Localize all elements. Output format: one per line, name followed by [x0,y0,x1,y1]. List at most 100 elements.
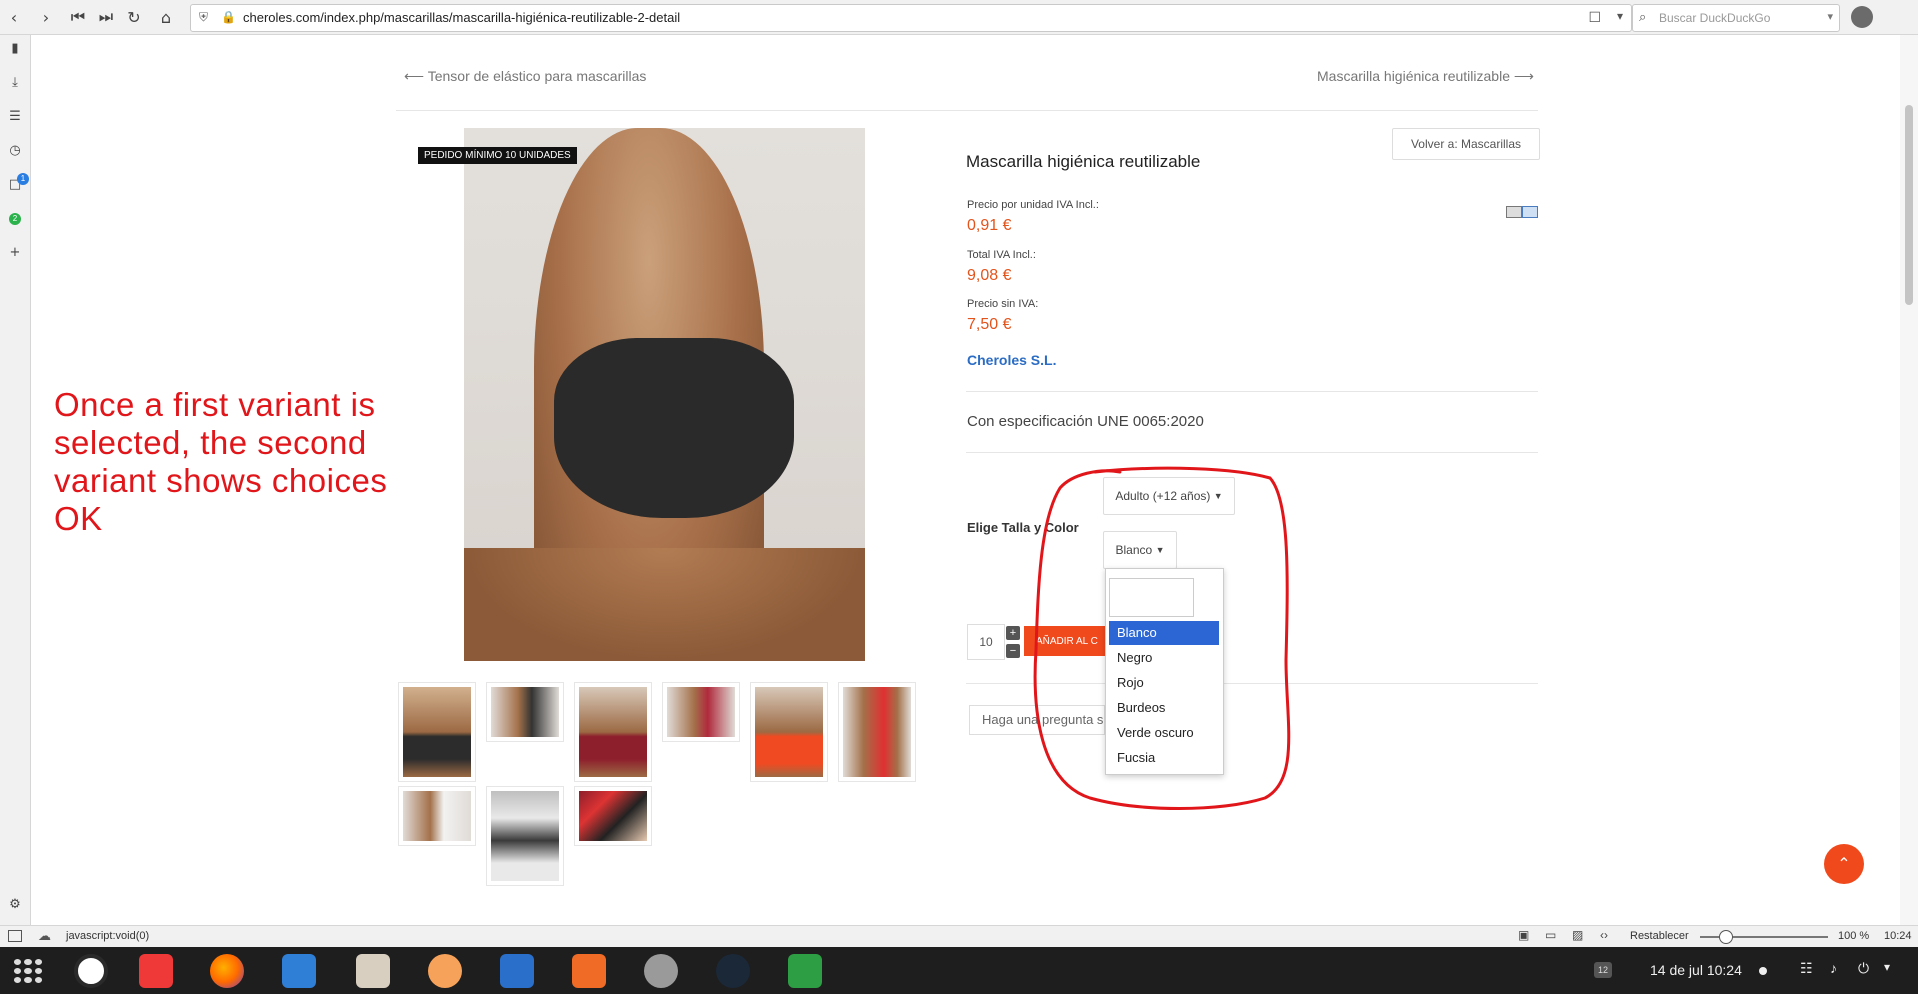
net-price: 7,50 € [967,316,1012,333]
thumbnail-1[interactable] [398,682,476,782]
reload-icon[interactable]: ↻ [122,5,146,29]
status-clock: 10:24 [1884,930,1912,942]
url-text: cheroles.com/index.php/mascarillas/masca… [243,10,681,25]
arrow-right-icon: ⟶ [1513,68,1534,84]
next-product-link[interactable]: Mascarilla higiénica reutilizable ⟶ [1317,68,1534,86]
arrow-left-icon: ⟵ [404,68,425,84]
screenshot-icon[interactable]: ▣ [1518,928,1529,942]
product-main-image[interactable] [464,128,865,661]
volume-icon[interactable]: ♪ [1830,960,1837,976]
next-product-label: Mascarilla higiénica reutilizable [1317,68,1510,84]
code-icon[interactable]: ‹› [1600,928,1608,942]
annotation-text: Once a first variant is selected, the se… [54,386,388,537]
zoom-level: 100 % [1838,930,1870,942]
profile-avatar-icon[interactable] [1851,6,1873,28]
divider [966,452,1538,453]
minimum-order-badge: PEDIDO MÍNIMO 10 UNIDADES [418,147,577,164]
power-icon[interactable]: ⏻ [1858,960,1869,977]
browser-toolbar: ‹ › ⏮ ⏭ ↻ ⌂ ⛨ 🔒 cheroles.com/index.php/m… [0,0,1918,35]
datetime[interactable]: 14 de jul 10:24 [1650,962,1742,978]
settings-icon[interactable]: ⚙ [7,897,23,913]
prev-product-label: Tensor de elástico para mascarillas [427,68,647,84]
zoom-slider-handle[interactable] [1719,930,1733,944]
firefox-icon[interactable] [210,954,244,988]
scrollbar-thumb[interactable] [1905,105,1913,305]
tiling-icon[interactable]: ▭ [1545,928,1556,942]
steam-icon[interactable] [716,954,750,988]
email-icon[interactable] [1522,206,1538,218]
net-price-label: Precio sin IVA: [967,298,1039,310]
thunderbird-icon[interactable] [282,954,316,988]
notification-dot-icon [1759,967,1767,975]
vendor-link[interactable]: Cheroles S.L. [967,352,1056,368]
thumbnail-5[interactable] [750,682,828,782]
chevron-down-icon[interactable]: ▾ [1884,960,1890,974]
network-icon[interactable]: ☷ [1800,960,1813,977]
total-price: 9,08 € [967,267,1012,284]
workspace-indicator[interactable]: 12 [1594,962,1612,978]
divider [966,391,1538,392]
print-icon[interactable] [1506,206,1522,218]
black-mask [554,338,794,518]
search-icon: ⌕ [1639,9,1647,24]
settings-app-icon[interactable] [644,954,678,988]
thumbnail-7[interactable] [398,786,476,846]
vivaldi-icon[interactable] [139,954,173,988]
thumbnail-8[interactable] [486,786,564,886]
notes-icon[interactable]: ☰ [7,109,23,125]
chevron-up-icon: ⌃ [1837,856,1851,873]
software-store-icon[interactable] [572,954,606,988]
dropdown-arrow-icon[interactable]: ▾ [1617,9,1623,23]
downloads-icon[interactable]: ⤓ [7,75,23,91]
forward-icon[interactable]: › [34,5,58,29]
product-spec: Con especificación UNE 0065:2020 [967,413,1204,430]
thumbnail-4[interactable] [662,682,740,742]
bookmark-icon[interactable]: ☐ [1588,9,1601,26]
search-placeholder: Buscar DuckDuckGo [1659,11,1771,25]
image-icon[interactable]: ▨ [1572,928,1583,942]
side-panel: ▮ ⤓ ☰ ◷ □ 1 2 + ⚙ [0,35,31,925]
annotation-circle [1033,466,1291,810]
web-panel-badge[interactable]: 2 [9,213,21,225]
bookmarks-icon[interactable]: ▮ [7,41,23,57]
files-icon[interactable] [356,954,390,988]
fast-forward-icon[interactable]: ⏭ [94,5,118,29]
panel-toggle-icon[interactable] [8,930,22,942]
thumbnail-3[interactable] [574,682,652,782]
back-to-top-button[interactable]: ⌃ [1824,844,1864,884]
divider [396,110,1538,111]
quantity-decrease-icon[interactable]: − [1006,644,1020,658]
taskbar: 12 14 de jul 10:24 ☷ ♪ ⏻ ▾ [0,947,1918,994]
back-icon[interactable]: ‹ [2,5,26,29]
home-icon[interactable]: ⌂ [154,5,178,29]
app-icon[interactable] [428,954,462,988]
ubuntu-icon[interactable] [74,954,108,988]
unit-price-label: Precio por unidad IVA Incl.: [967,199,1099,211]
status-link: javascript:void(0) [66,930,150,942]
address-bar[interactable]: ⛨ 🔒 cheroles.com/index.php/mascarillas/m… [190,4,1632,32]
quantity-increase-icon[interactable]: + [1006,626,1020,640]
thumbnail-9[interactable] [574,786,652,846]
thumbnail-6[interactable] [838,682,916,782]
writer-icon[interactable] [500,954,534,988]
calc-icon[interactable] [788,954,822,988]
unit-price: 0,91 € [967,217,1012,234]
prev-product-link[interactable]: ⟵ Tensor de elástico para mascarillas [404,68,646,86]
back-to-category-button[interactable]: Volver a: Mascarillas [1392,128,1540,160]
rewind-icon[interactable]: ⏮ [66,5,90,29]
total-price-label: Total IVA Incl.: [967,249,1036,261]
app-grid-icon[interactable] [14,959,42,983]
add-panel-icon[interactable]: + [7,245,23,261]
dropdown-arrow-icon[interactable]: ▾ [1827,10,1833,23]
thumbnail-2[interactable] [486,682,564,742]
panel-badge: 1 [17,173,29,185]
lock-icon: 🔒 [221,10,236,24]
history-icon[interactable]: ◷ [7,143,23,159]
zoom-reset-label[interactable]: Restablecer [1630,930,1689,942]
cloud-icon: ☁ [38,928,51,943]
search-box[interactable]: ⌕ Buscar DuckDuckGo ▾ [1632,4,1840,32]
shield-icon: ⛨ [199,10,209,24]
quantity-input[interactable]: 10 [967,624,1005,660]
mannequin-shoulders [464,548,865,661]
status-bar: ☁ javascript:void(0) ▣ ▭ ▨ ‹› Restablece… [0,925,1918,948]
